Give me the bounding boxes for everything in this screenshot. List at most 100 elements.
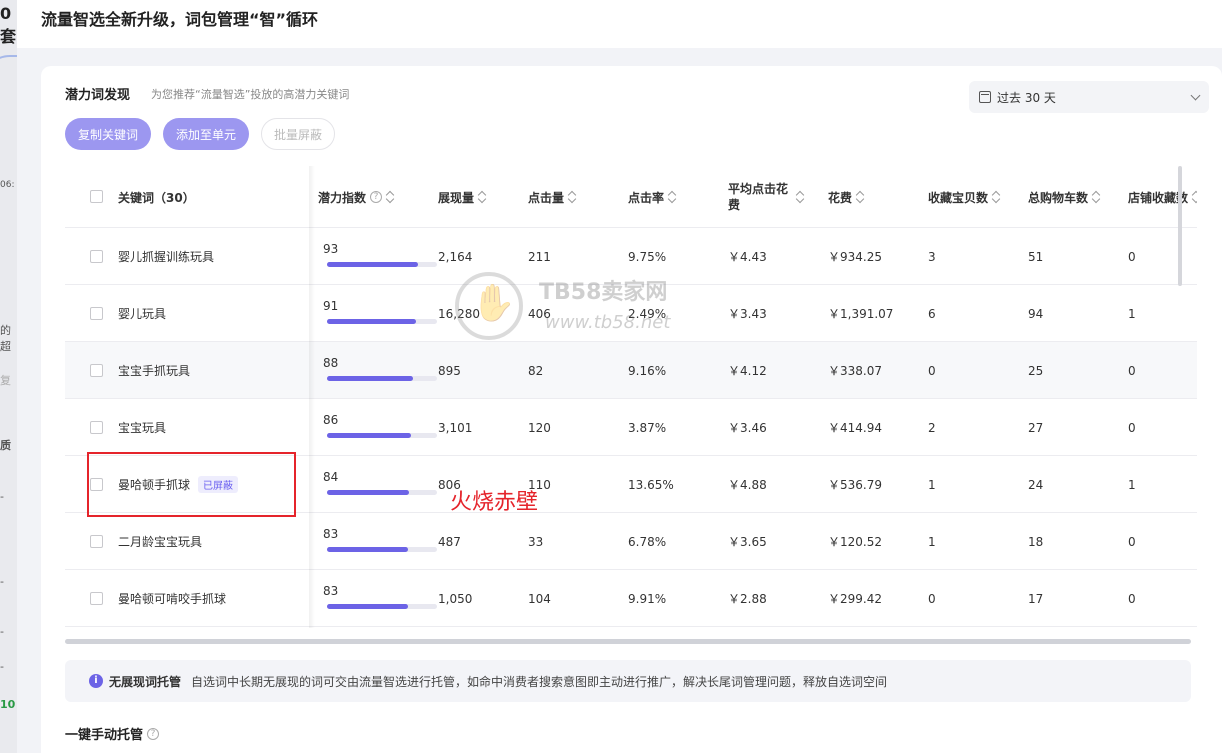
- header-shop-fav[interactable]: 店铺收藏数: [1128, 166, 1197, 228]
- keyword-text: 婴儿玩具: [118, 307, 167, 321]
- potential-bar-track: [327, 604, 437, 609]
- info-title: 无展现词托管: [109, 674, 182, 689]
- header-label: 总购物车数: [1028, 190, 1089, 205]
- section2-label: 一键手动托管: [65, 728, 144, 743]
- cost-cell: ￥1,391.07: [828, 307, 894, 321]
- potential-cell: 86: [317, 399, 437, 456]
- background-fragment: 的超: [0, 324, 11, 353]
- cpc-cell: ￥3.65: [728, 535, 767, 549]
- section2-title: 一键手动托管 ?: [65, 724, 160, 743]
- cpc-cell: ￥3.46: [728, 421, 767, 435]
- background-fragment: -: [0, 660, 4, 673]
- watermark-url: www.tb58.net: [545, 312, 671, 333]
- cost-cell: ￥299.42: [828, 592, 882, 606]
- row-checkbox[interactable]: [90, 250, 103, 263]
- sort-icon[interactable]: [386, 191, 394, 203]
- sort-icon[interactable]: [992, 191, 1000, 203]
- row-checkbox[interactable]: [90, 364, 103, 377]
- drawer-panel: 流量智选全新升级，词包管理“智”循环 潜力词发现 为您推荐“流量智选”投放的高潜…: [17, 0, 1222, 753]
- sort-icon[interactable]: [1092, 191, 1100, 203]
- potential-bar-fill: [327, 604, 408, 609]
- header-ctr[interactable]: 点击率: [628, 166, 718, 228]
- table-row[interactable]: 曼哈顿可啃咬手抓球 83 1,050 104 9.91% ￥2.88 ￥299.42 0 17 0: [65, 570, 1197, 627]
- info-text: 自选词中长期无展现的词可交由流量智选进行托管，如命中消费者搜索意图即主动进行推广…: [191, 674, 888, 689]
- sort-icon[interactable]: [668, 191, 676, 203]
- info-icon: i: [89, 674, 103, 688]
- copy-keywords-button[interactable]: 复制关键词: [65, 118, 151, 150]
- header-clicks[interactable]: 点击量: [528, 166, 618, 228]
- info-bar: i 无展现词托管 自选词中长期无展现的词可交由流量智选进行托管，如命中消费者搜索…: [65, 660, 1191, 702]
- row-checkbox[interactable]: [90, 592, 103, 605]
- header-avg-cpc[interactable]: 平均点击花费: [728, 166, 816, 228]
- background-fragment: 0套: [0, 4, 17, 46]
- section-subtitle: 为您推荐“流量智选”投放的高潜力关键词: [151, 88, 350, 101]
- help-icon[interactable]: ?: [147, 727, 160, 740]
- keyword-cell: 婴儿玩具: [65, 285, 305, 342]
- header-label: 展现量: [438, 190, 475, 205]
- batch-block-button[interactable]: 批量屏蔽: [261, 118, 335, 150]
- keyword-text: 婴儿抓握训练玩具: [118, 250, 215, 264]
- watermark-logo-icon: [455, 272, 523, 340]
- date-range-value: 过去 30 天: [997, 90, 1056, 105]
- header-impressions[interactable]: 展现量: [438, 166, 523, 228]
- shop-fav-cell: 0: [1128, 363, 1136, 378]
- potential-bar-fill: [327, 376, 413, 381]
- vertical-scrollbar[interactable]: [1178, 166, 1182, 286]
- potential-bar-fill: [327, 547, 408, 552]
- section-title: 潜力词发现: [65, 88, 131, 103]
- sort-icon[interactable]: [1192, 191, 1197, 203]
- help-icon[interactable]: ?: [370, 191, 383, 203]
- potential-bar-track: [327, 490, 437, 495]
- keyword-cell: 二月龄宝宝玩具: [65, 513, 305, 570]
- keyword-cell: 曼哈顿可啃咬手抓球: [65, 570, 305, 627]
- horizontal-scrollbar[interactable]: [65, 639, 1191, 644]
- fav-items-cell: 0: [928, 591, 936, 606]
- keyword-cell: 婴儿抓握训练玩具: [65, 228, 305, 285]
- impressions-cell: 1,050: [438, 591, 473, 606]
- cpc-cell: ￥3.43: [728, 307, 767, 321]
- fav-items-cell: 0: [928, 363, 936, 378]
- add-to-unit-button[interactable]: 添加至单元: [163, 118, 249, 150]
- header-potential[interactable]: 潜力指数 ?: [318, 166, 428, 228]
- row-checkbox[interactable]: [90, 421, 103, 434]
- potential-value: 93: [323, 242, 339, 256]
- potential-keywords-card: 潜力词发现 为您推荐“流量智选”投放的高潜力关键词 过去 30 天 复制关键词 …: [41, 66, 1222, 753]
- sort-icon[interactable]: [568, 191, 576, 203]
- fav-items-cell: 6: [928, 306, 936, 321]
- ctr-cell: 9.91%: [628, 591, 667, 606]
- cost-cell: ￥934.25: [828, 250, 882, 264]
- potential-bar-track: [327, 262, 437, 267]
- ctr-cell: 13.65%: [628, 477, 674, 492]
- background-page-strip: 0套 06: 的超 复 质 - - - - 10: [0, 0, 17, 753]
- row-checkbox[interactable]: [90, 535, 103, 548]
- header-cart[interactable]: 总购物车数: [1028, 166, 1123, 228]
- table-row[interactable]: 二月龄宝宝玩具 83 487 33 6.78% ￥3.65 ￥120.52 1 18 0: [65, 513, 1197, 570]
- cpc-cell: ￥4.88: [728, 478, 767, 492]
- sort-icon[interactable]: [796, 191, 804, 203]
- table-row[interactable]: 宝宝玩具 86 3,101 120 3.87% ￥3.46 ￥414.94 2 27 0: [65, 399, 1197, 456]
- cpc-cell: ￥2.88: [728, 592, 767, 606]
- background-fragment: 复: [0, 374, 11, 387]
- clicks-cell: 33: [528, 534, 544, 549]
- cart-cell: 27: [1028, 420, 1044, 435]
- drawer-header: 流量智选全新升级，词包管理“智”循环: [17, 0, 1222, 48]
- cpc-cell: ￥4.43: [728, 250, 767, 264]
- ctr-cell: 6.78%: [628, 534, 667, 549]
- header-cost[interactable]: 花费: [828, 166, 918, 228]
- date-range-select[interactable]: 过去 30 天: [969, 81, 1209, 113]
- sort-icon[interactable]: [478, 191, 486, 203]
- row-checkbox[interactable]: [90, 307, 103, 320]
- header-label: 收藏宝贝数: [928, 190, 989, 205]
- potential-cell: 93: [317, 228, 437, 285]
- header-fav-items[interactable]: 收藏宝贝数: [928, 166, 1023, 228]
- cost-cell: ￥338.07: [828, 364, 882, 378]
- select-all-checkbox[interactable]: [90, 190, 103, 203]
- shop-fav-cell: 1: [1128, 306, 1136, 321]
- calendar-icon: [979, 91, 991, 103]
- keywords-table: 关键词（30） 潜力指数 ? 展现量 点击量 点击率 平均点击花费 花费 收藏宝…: [65, 166, 1197, 628]
- shop-fav-cell: 0: [1128, 534, 1136, 549]
- potential-cell: 88: [317, 342, 437, 399]
- potential-cell: 83: [317, 513, 437, 570]
- sort-icon[interactable]: [856, 191, 864, 203]
- keyword-cell: 宝宝手抓玩具: [65, 342, 305, 399]
